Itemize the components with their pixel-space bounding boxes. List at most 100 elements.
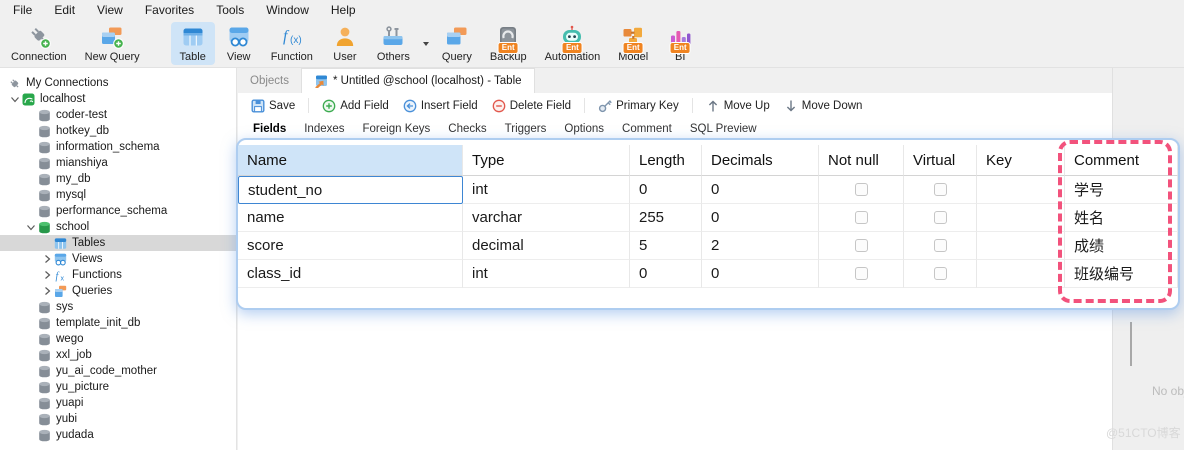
not_null-checkbox[interactable] — [855, 211, 868, 224]
tab-table-designer[interactable]: * Untitled @school (localhost) - Table — [301, 68, 535, 93]
cell-comment[interactable]: 学号 — [1065, 176, 1178, 204]
tree-item-sys[interactable]: sys — [0, 299, 236, 315]
cell-length[interactable]: 0 — [630, 176, 702, 204]
tab-objects[interactable]: Objects — [238, 68, 301, 93]
virtual-checkbox[interactable] — [934, 211, 947, 224]
cell-length[interactable]: 255 — [630, 204, 702, 232]
toolbar-button-view[interactable]: View — [217, 22, 261, 65]
tree-item-localhost[interactable]: localhost — [0, 91, 236, 107]
cell-length[interactable]: 5 — [630, 232, 702, 260]
subtab-triggers[interactable]: Triggers — [496, 121, 556, 137]
cell-virtual[interactable] — [904, 176, 977, 204]
toolbar-button-table[interactable]: Table — [171, 22, 215, 65]
tree-item-yuapi[interactable]: yuapi — [0, 395, 236, 411]
column-header-length[interactable]: Length — [630, 145, 702, 176]
cell-name[interactable]: student_no — [238, 176, 463, 204]
chevron-down-icon[interactable] — [24, 221, 38, 233]
cell-key[interactable] — [977, 176, 1065, 204]
subtab-indexes[interactable]: Indexes — [295, 121, 353, 137]
virtual-checkbox[interactable] — [934, 239, 947, 252]
cell-decimals[interactable]: 0 — [702, 204, 819, 232]
not_null-checkbox[interactable] — [855, 239, 868, 252]
cell-virtual[interactable] — [904, 232, 977, 260]
cell-not_null[interactable] — [819, 232, 904, 260]
dropdown-caret-icon[interactable] — [423, 42, 429, 46]
toolbar-button-model[interactable]: EntModel — [610, 22, 656, 65]
menu-item-view[interactable]: View — [86, 1, 134, 19]
column-header-decimals[interactable]: Decimals — [702, 145, 819, 176]
tree-item-functions[interactable]: fxFunctions — [0, 267, 236, 283]
cell-decimals[interactable]: 0 — [702, 260, 819, 288]
not_null-checkbox[interactable] — [855, 183, 868, 196]
tree-item-yudada[interactable]: yudada — [0, 427, 236, 443]
cell-virtual[interactable] — [904, 204, 977, 232]
button-delete-field[interactable]: Delete Field — [485, 96, 578, 116]
toolbar-button-connection[interactable]: Connection — [3, 22, 75, 65]
tree-item-mysql[interactable]: mysql — [0, 187, 236, 203]
cell-comment[interactable]: 姓名 — [1065, 204, 1178, 232]
cell-decimals[interactable]: 2 — [702, 232, 819, 260]
cell-virtual[interactable] — [904, 260, 977, 288]
vertical-scrollbar[interactable] — [1130, 322, 1132, 366]
menu-item-window[interactable]: Window — [255, 1, 320, 19]
menu-item-tools[interactable]: Tools — [205, 1, 255, 19]
subtab-sql-preview[interactable]: SQL Preview — [681, 121, 766, 137]
cell-not_null[interactable] — [819, 260, 904, 288]
button-insert-field[interactable]: Insert Field — [396, 96, 485, 116]
cell-key[interactable] — [977, 232, 1065, 260]
chevron-right-icon[interactable] — [40, 253, 54, 265]
toolbar-button-others[interactable]: Others — [369, 22, 418, 65]
tree-item-yu-ai-code-mother[interactable]: yu_ai_code_mother — [0, 363, 236, 379]
cell-comment[interactable]: 成绩 — [1065, 232, 1178, 260]
toolbar-button-new-query[interactable]: New Query — [77, 22, 148, 65]
cell-name[interactable]: class_id — [238, 260, 463, 288]
button-move-up[interactable]: Move Up — [699, 96, 777, 116]
tree-item-tables[interactable]: Tables — [0, 235, 236, 251]
cell-name[interactable]: score — [238, 232, 463, 260]
cell-type[interactable]: int — [463, 176, 630, 204]
cell-type[interactable]: varchar — [463, 204, 630, 232]
cell-decimals[interactable]: 0 — [702, 176, 819, 204]
virtual-checkbox[interactable] — [934, 183, 947, 196]
toolbar-button-automation[interactable]: EntAutomation — [537, 22, 609, 65]
menu-item-help[interactable]: Help — [320, 1, 367, 19]
column-header-name[interactable]: Name — [238, 145, 463, 176]
virtual-checkbox[interactable] — [934, 267, 947, 280]
cell-key[interactable] — [977, 260, 1065, 288]
cell-not_null[interactable] — [819, 176, 904, 204]
column-header-virtual[interactable]: Virtual — [904, 145, 977, 176]
tree-item-views[interactable]: Views — [0, 251, 236, 267]
chevron-right-icon[interactable] — [40, 285, 54, 297]
menu-item-edit[interactable]: Edit — [43, 1, 86, 19]
toolbar-button-user[interactable]: User — [323, 22, 367, 65]
column-header-comment[interactable]: Comment — [1065, 145, 1178, 176]
chevron-down-icon[interactable] — [8, 93, 22, 105]
subtab-comment[interactable]: Comment — [613, 121, 681, 137]
tree-item-performance-schema[interactable]: performance_schema — [0, 203, 236, 219]
cell-name[interactable]: name — [238, 204, 463, 232]
tree-item-coder-test[interactable]: coder-test — [0, 107, 236, 123]
tree-item-yu-picture[interactable]: yu_picture — [0, 379, 236, 395]
button-save[interactable]: Save — [244, 96, 302, 116]
subtab-options[interactable]: Options — [555, 121, 613, 137]
toolbar-button-query[interactable]: Query — [434, 22, 480, 65]
menu-item-file[interactable]: File — [2, 1, 43, 19]
toolbar-button-backup[interactable]: EntBackup — [482, 22, 535, 65]
cell-not_null[interactable] — [819, 204, 904, 232]
subtab-fields[interactable]: Fields — [244, 121, 295, 137]
tree-item-information-schema[interactable]: information_schema — [0, 139, 236, 155]
toolbar-button-bi[interactable]: EntBI — [658, 22, 702, 65]
chevron-right-icon[interactable] — [40, 269, 54, 281]
tree-item-wego[interactable]: wego — [0, 331, 236, 347]
menu-item-favorites[interactable]: Favorites — [134, 1, 205, 19]
column-header-type[interactable]: Type — [463, 145, 630, 176]
column-header-not-null[interactable]: Not null — [819, 145, 904, 176]
column-header-key[interactable]: Key — [977, 145, 1065, 176]
cell-key[interactable] — [977, 204, 1065, 232]
cell-comment[interactable]: 班级编号 — [1065, 260, 1178, 288]
cell-type[interactable]: decimal — [463, 232, 630, 260]
toolbar-button-function[interactable]: f(x)Function — [263, 22, 321, 65]
tree-item-school[interactable]: school — [0, 219, 236, 235]
button-move-down[interactable]: Move Down — [777, 96, 870, 116]
tree-item-my-db[interactable]: my_db — [0, 171, 236, 187]
